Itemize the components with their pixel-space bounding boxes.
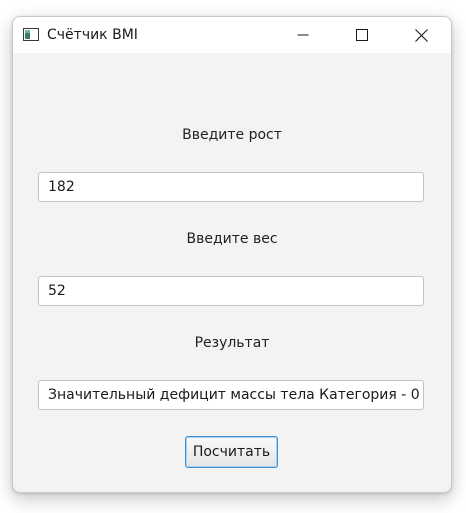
maximize-icon (356, 29, 368, 41)
calculate-button[interactable]: Посчитать (185, 436, 278, 468)
weight-label: Введите вес (186, 231, 278, 247)
weight-input[interactable]: 52 (38, 276, 424, 306)
app-window-icon (23, 28, 39, 41)
height-label: Введите рост (182, 127, 282, 143)
window-title: Счётчик BMI (47, 27, 138, 43)
result-label: Результат (194, 335, 270, 351)
height-input[interactable]: 182 (38, 172, 424, 202)
app-window: Счётчик BMI Введите рост 182 Введите вес… (12, 16, 452, 493)
minimize-button[interactable] (274, 17, 332, 53)
close-button[interactable] (392, 17, 450, 53)
close-icon (414, 28, 428, 42)
maximize-button[interactable] (333, 17, 391, 53)
title-bar[interactable]: Счётчик BMI (13, 17, 451, 53)
result-field[interactable]: Значительный дефицит массы тела Категори… (38, 380, 424, 410)
minimize-icon (297, 34, 309, 36)
